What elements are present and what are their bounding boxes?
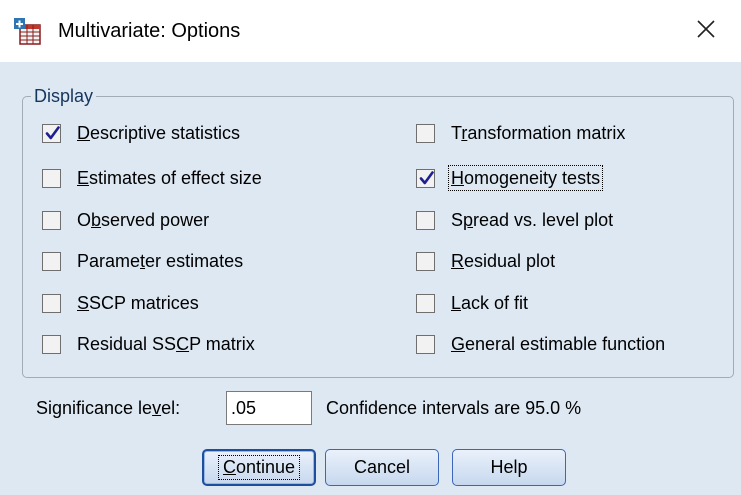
option-label: Transformation matrix <box>451 123 626 143</box>
option-homogeneity-tests[interactable]: Homogeneity tests <box>416 164 604 192</box>
option-transformation-matrix[interactable]: Transformation matrix <box>416 119 627 147</box>
spss-table-icon <box>12 16 42 46</box>
checkbox-unchecked[interactable] <box>42 168 61 188</box>
checkbox-unchecked[interactable] <box>42 251 61 271</box>
option-spread-vs-level-plot[interactable]: Spread vs. level plot <box>416 206 615 234</box>
option-parameter-estimates[interactable]: Parameter estimates <box>42 247 245 275</box>
checkbox-unchecked[interactable] <box>42 210 61 230</box>
option-residual-plot[interactable]: Residual plot <box>416 247 557 275</box>
close-button[interactable] <box>671 0 741 62</box>
cancel-button[interactable]: Cancel <box>325 449 439 486</box>
option-label: Estimates of effect size <box>77 168 262 188</box>
option-sscp-matrices[interactable]: SSCP matrices <box>42 289 201 317</box>
option-label: Descriptive statistics <box>77 123 241 143</box>
option-label: Homogeneity tests <box>447 165 604 191</box>
option-label: Residual plot <box>451 251 556 271</box>
close-icon <box>696 19 716 44</box>
option-label: Parameter estimates <box>77 251 244 271</box>
significance-label: Significance le v el: <box>36 397 181 418</box>
checkbox-unchecked[interactable] <box>42 334 61 354</box>
help-button[interactable]: Help <box>452 449 566 486</box>
option-label: Spread vs. level plot <box>451 210 614 230</box>
option-estimates-of-effect-size[interactable]: Estimates of effect size <box>42 164 264 192</box>
checkbox-checked[interactable] <box>42 123 61 143</box>
dialog-body: Display Descriptive statistics Estimates … <box>0 62 741 495</box>
checkbox-unchecked[interactable] <box>416 334 435 354</box>
checkbox-unchecked[interactable] <box>416 251 435 271</box>
checkbox-unchecked[interactable] <box>416 123 435 143</box>
display-legend: Display <box>34 86 94 106</box>
option-label: Observed power <box>77 210 210 230</box>
option-label: Residual SSCP matrix <box>77 334 255 354</box>
window-title: Multivariate: Options <box>58 20 241 42</box>
option-general-estimable-function[interactable]: General estimable function <box>416 330 667 358</box>
checkbox-unchecked[interactable] <box>42 293 61 313</box>
option-lack-of-fit[interactable]: Lack of fit <box>416 289 530 317</box>
option-label: Lack of fit <box>451 293 529 313</box>
option-observed-power[interactable]: Observed power <box>42 206 211 234</box>
option-descriptive-statistics[interactable]: Descriptive statistics <box>42 119 242 147</box>
title-bar[interactable]: Multivariate: Options <box>0 0 741 62</box>
option-label: General estimable function <box>451 334 666 354</box>
continue-button[interactable]: Continue <box>202 449 316 486</box>
option-residual-sscp-matrix[interactable]: Residual SSCP matrix <box>42 330 257 358</box>
checkbox-checked[interactable] <box>416 168 435 188</box>
confidence-intervals-text: Confidence intervals are 95.0 % <box>326 397 582 418</box>
dialog-window: Multivariate: Options Display Descriptiv… <box>0 0 741 495</box>
checkbox-unchecked[interactable] <box>416 293 435 313</box>
checkbox-unchecked[interactable] <box>416 210 435 230</box>
significance-level-input[interactable] <box>226 391 312 425</box>
option-label: SSCP matrices <box>77 293 199 313</box>
